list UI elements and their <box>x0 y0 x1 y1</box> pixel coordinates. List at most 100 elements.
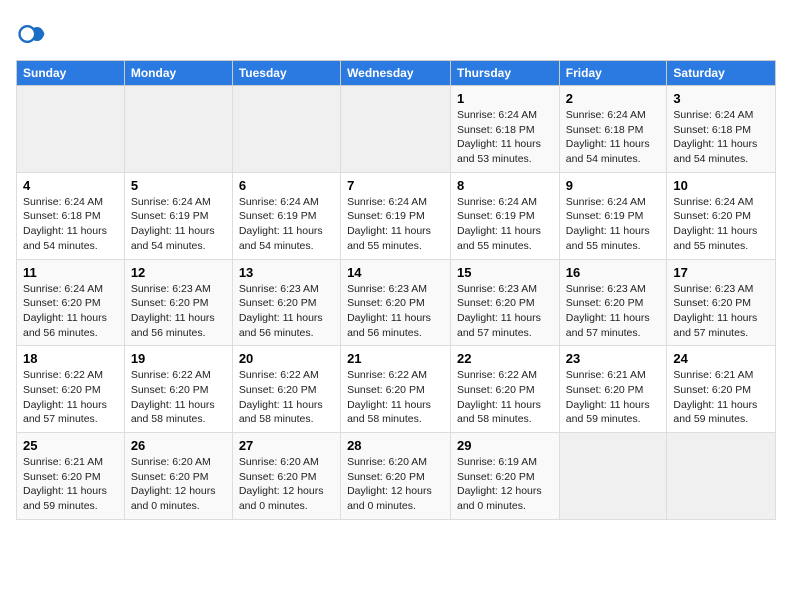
day-number: 16 <box>566 265 661 280</box>
day-info: Sunrise: 6:24 AM Sunset: 6:20 PM Dayligh… <box>673 195 769 254</box>
day-number: 4 <box>23 178 118 193</box>
weekday-header-monday: Monday <box>124 61 232 86</box>
calendar-cell <box>341 86 451 173</box>
day-info: Sunrise: 6:24 AM Sunset: 6:18 PM Dayligh… <box>23 195 118 254</box>
weekday-header-sunday: Sunday <box>17 61 125 86</box>
calendar-table: SundayMondayTuesdayWednesdayThursdayFrid… <box>16 60 776 520</box>
calendar-cell: 1 Sunrise: 6:24 AM Sunset: 6:18 PM Daylig… <box>451 86 560 173</box>
day-number: 21 <box>347 351 444 366</box>
day-info: Sunrise: 6:22 AM Sunset: 6:20 PM Dayligh… <box>239 368 334 427</box>
calendar-cell: 11 Sunrise: 6:24 AM Sunset: 6:20 PM Dayli… <box>17 259 125 346</box>
day-number: 26 <box>131 438 226 453</box>
day-number: 1 <box>457 91 553 106</box>
calendar-cell: 2 Sunrise: 6:24 AM Sunset: 6:18 PM Daylig… <box>559 86 667 173</box>
logo <box>16 20 46 48</box>
calendar-cell <box>232 86 340 173</box>
calendar-cell: 21 Sunrise: 6:22 AM Sunset: 6:20 PM Dayli… <box>341 346 451 433</box>
calendar-cell: 10 Sunrise: 6:24 AM Sunset: 6:20 PM Dayli… <box>667 172 776 259</box>
day-number: 14 <box>347 265 444 280</box>
calendar-cell: 22 Sunrise: 6:22 AM Sunset: 6:20 PM Dayli… <box>451 346 560 433</box>
day-info: Sunrise: 6:22 AM Sunset: 6:20 PM Dayligh… <box>23 368 118 427</box>
day-number: 12 <box>131 265 226 280</box>
weekday-header-thursday: Thursday <box>451 61 560 86</box>
calendar-cell: 26 Sunrise: 6:20 AM Sunset: 6:20 PM Dayli… <box>124 433 232 520</box>
day-number: 23 <box>566 351 661 366</box>
weekday-header-friday: Friday <box>559 61 667 86</box>
calendar-cell: 18 Sunrise: 6:22 AM Sunset: 6:20 PM Dayli… <box>17 346 125 433</box>
day-info: Sunrise: 6:22 AM Sunset: 6:20 PM Dayligh… <box>457 368 553 427</box>
calendar-cell: 13 Sunrise: 6:23 AM Sunset: 6:20 PM Dayli… <box>232 259 340 346</box>
calendar-week-5: 25Sunrise: 6:21 AM Sunset: 6:20 PM Dayli… <box>17 433 776 520</box>
calendar-week-4: 18 Sunrise: 6:22 AM Sunset: 6:20 PM Dayli… <box>17 346 776 433</box>
day-info: Sunrise: 6:24 AM Sunset: 6:18 PM Dayligh… <box>566 108 661 167</box>
calendar-cell: 17 Sunrise: 6:23 AM Sunset: 6:20 PM Dayli… <box>667 259 776 346</box>
day-number: 7 <box>347 178 444 193</box>
day-number: 27 <box>239 438 334 453</box>
day-number: 29 <box>457 438 553 453</box>
day-number: 19 <box>131 351 226 366</box>
day-number: 18 <box>23 351 118 366</box>
calendar-cell <box>559 433 667 520</box>
day-info: Sunrise: 6:23 AM Sunset: 6:20 PM Dayligh… <box>239 282 334 341</box>
calendar-cell <box>667 433 776 520</box>
calendar-cell: 8 Sunrise: 6:24 AM Sunset: 6:19 PM Daylig… <box>451 172 560 259</box>
day-info: Sunrise: 6:22 AM Sunset: 6:20 PM Dayligh… <box>131 368 226 427</box>
day-info: Sunrise: 6:21 AM Sunset: 6:20 PM Dayligh… <box>673 368 769 427</box>
calendar-week-2: 4 Sunrise: 6:24 AM Sunset: 6:18 PM Daylig… <box>17 172 776 259</box>
page-header <box>16 16 776 48</box>
day-info: Sunrise: 6:21 AM Sunset: 6:20 PM Dayligh… <box>566 368 661 427</box>
day-info: Sunrise: 6:23 AM Sunset: 6:20 PM Dayligh… <box>347 282 444 341</box>
calendar-cell: 24 Sunrise: 6:21 AM Sunset: 6:20 PM Dayli… <box>667 346 776 433</box>
day-info: Sunrise: 6:24 AM Sunset: 6:19 PM Dayligh… <box>566 195 661 254</box>
day-info: Sunrise: 6:23 AM Sunset: 6:20 PM Dayligh… <box>673 282 769 341</box>
day-info: Sunrise: 6:24 AM Sunset: 6:18 PM Dayligh… <box>673 108 769 167</box>
calendar-cell: 14 Sunrise: 6:23 AM Sunset: 6:20 PM Dayli… <box>341 259 451 346</box>
calendar-cell: 3Sunrise: 6:24 AM Sunset: 6:18 PM Daylig… <box>667 86 776 173</box>
calendar-cell: 4 Sunrise: 6:24 AM Sunset: 6:18 PM Daylig… <box>17 172 125 259</box>
calendar-cell: 28 Sunrise: 6:20 AM Sunset: 6:20 PM Dayli… <box>341 433 451 520</box>
weekday-header-saturday: Saturday <box>667 61 776 86</box>
calendar-cell <box>17 86 125 173</box>
weekday-header-tuesday: Tuesday <box>232 61 340 86</box>
calendar-cell: 5 Sunrise: 6:24 AM Sunset: 6:19 PM Daylig… <box>124 172 232 259</box>
day-info: Sunrise: 6:20 AM Sunset: 6:20 PM Dayligh… <box>239 455 334 514</box>
calendar-cell: 25Sunrise: 6:21 AM Sunset: 6:20 PM Dayli… <box>17 433 125 520</box>
day-number: 17 <box>673 265 769 280</box>
day-number: 20 <box>239 351 334 366</box>
day-number: 10 <box>673 178 769 193</box>
day-info: Sunrise: 6:24 AM Sunset: 6:19 PM Dayligh… <box>347 195 444 254</box>
day-number: 11 <box>23 265 118 280</box>
day-info: Sunrise: 6:24 AM Sunset: 6:19 PM Dayligh… <box>457 195 553 254</box>
day-info: Sunrise: 6:24 AM Sunset: 6:18 PM Dayligh… <box>457 108 553 167</box>
day-info: Sunrise: 6:24 AM Sunset: 6:20 PM Dayligh… <box>23 282 118 341</box>
day-number: 8 <box>457 178 553 193</box>
calendar-cell: 15Sunrise: 6:23 AM Sunset: 6:20 PM Dayli… <box>451 259 560 346</box>
calendar-cell: 27 Sunrise: 6:20 AM Sunset: 6:20 PM Dayli… <box>232 433 340 520</box>
day-number: 6 <box>239 178 334 193</box>
day-number: 13 <box>239 265 334 280</box>
calendar-cell: 23 Sunrise: 6:21 AM Sunset: 6:20 PM Dayli… <box>559 346 667 433</box>
day-info: Sunrise: 6:23 AM Sunset: 6:20 PM Dayligh… <box>131 282 226 341</box>
calendar-week-3: 11 Sunrise: 6:24 AM Sunset: 6:20 PM Dayli… <box>17 259 776 346</box>
day-info: Sunrise: 6:23 AM Sunset: 6:20 PM Dayligh… <box>566 282 661 341</box>
day-info: Sunrise: 6:20 AM Sunset: 6:20 PM Dayligh… <box>131 455 226 514</box>
calendar-cell: 9 Sunrise: 6:24 AM Sunset: 6:19 PM Daylig… <box>559 172 667 259</box>
day-number: 28 <box>347 438 444 453</box>
day-info: Sunrise: 6:24 AM Sunset: 6:19 PM Dayligh… <box>239 195 334 254</box>
calendar-cell <box>124 86 232 173</box>
day-info: Sunrise: 6:24 AM Sunset: 6:19 PM Dayligh… <box>131 195 226 254</box>
calendar-cell: 6 Sunrise: 6:24 AM Sunset: 6:19 PM Daylig… <box>232 172 340 259</box>
calendar-cell: 12 Sunrise: 6:23 AM Sunset: 6:20 PM Dayli… <box>124 259 232 346</box>
day-info: Sunrise: 6:23 AM Sunset: 6:20 PM Dayligh… <box>457 282 553 341</box>
day-number: 24 <box>673 351 769 366</box>
calendar-cell: 16 Sunrise: 6:23 AM Sunset: 6:20 PM Dayli… <box>559 259 667 346</box>
calendar-cell: 29 Sunrise: 6:19 AM Sunset: 6:20 PM Dayli… <box>451 433 560 520</box>
day-number: 9 <box>566 178 661 193</box>
day-number: 22 <box>457 351 553 366</box>
day-number: 2 <box>566 91 661 106</box>
calendar-cell: 7 Sunrise: 6:24 AM Sunset: 6:19 PM Daylig… <box>341 172 451 259</box>
day-info: Sunrise: 6:22 AM Sunset: 6:20 PM Dayligh… <box>347 368 444 427</box>
day-info: Sunrise: 6:19 AM Sunset: 6:20 PM Dayligh… <box>457 455 553 514</box>
day-number: 5 <box>131 178 226 193</box>
day-info: Sunrise: 6:20 AM Sunset: 6:20 PM Dayligh… <box>347 455 444 514</box>
